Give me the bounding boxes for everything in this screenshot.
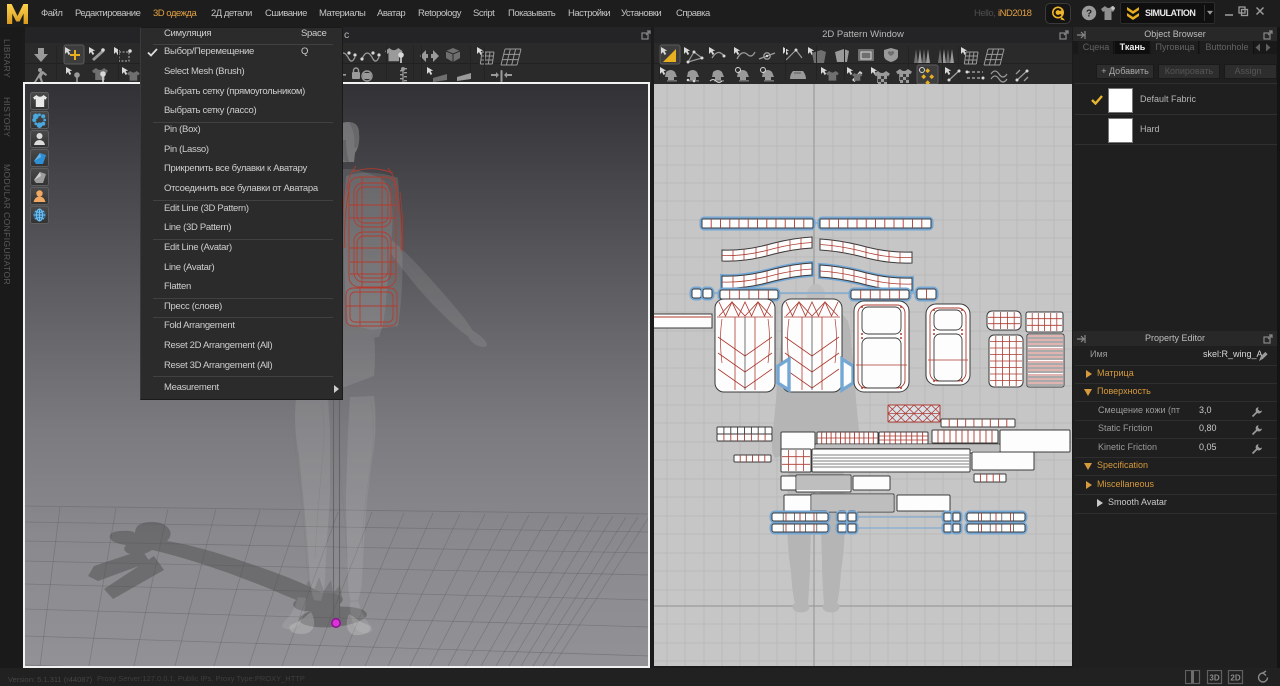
svg-text:3D: 3D [1209, 674, 1219, 683]
svg-text:?: ? [1086, 9, 1092, 20]
svg-text:2D: 2D [1230, 674, 1240, 683]
